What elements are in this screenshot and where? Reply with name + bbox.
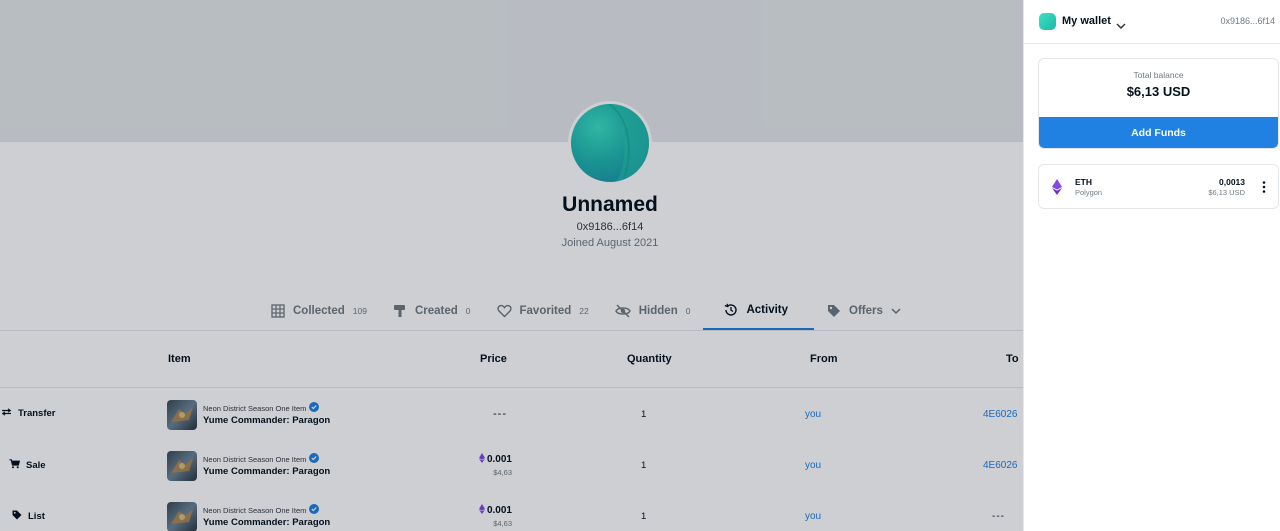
wallet-address[interactable]: 0x9186...6f14	[1220, 16, 1275, 26]
modal-backdrop[interactable]	[0, 0, 1023, 531]
token-usd-value: $6,13 USD	[1208, 188, 1245, 197]
token-row[interactable]: ETH Polygon 0,0013 $6,13 USD	[1038, 164, 1279, 209]
add-funds-button[interactable]: Add Funds	[1039, 117, 1278, 148]
token-symbol: ETH	[1075, 177, 1092, 187]
wallet-title[interactable]: My wallet	[1062, 15, 1111, 27]
chevron-down-icon[interactable]	[1116, 16, 1126, 34]
eth-icon	[1052, 179, 1062, 200]
balance-value: $6,13 USD	[1126, 84, 1191, 99]
token-amount: 0,0013	[1219, 177, 1245, 187]
more-options-icon[interactable]	[1262, 180, 1266, 198]
token-network: Polygon	[1075, 188, 1103, 197]
wallet-logo-icon	[1039, 13, 1056, 30]
balance-label: Total balance	[1133, 70, 1184, 80]
balance-card: Total balance $6,13 USD Add Funds	[1038, 58, 1279, 149]
wallet-header: My wallet 0x9186...6f14	[1024, 0, 1280, 44]
wallet-panel: My wallet 0x9186...6f14 Total balance $6…	[1023, 0, 1280, 531]
